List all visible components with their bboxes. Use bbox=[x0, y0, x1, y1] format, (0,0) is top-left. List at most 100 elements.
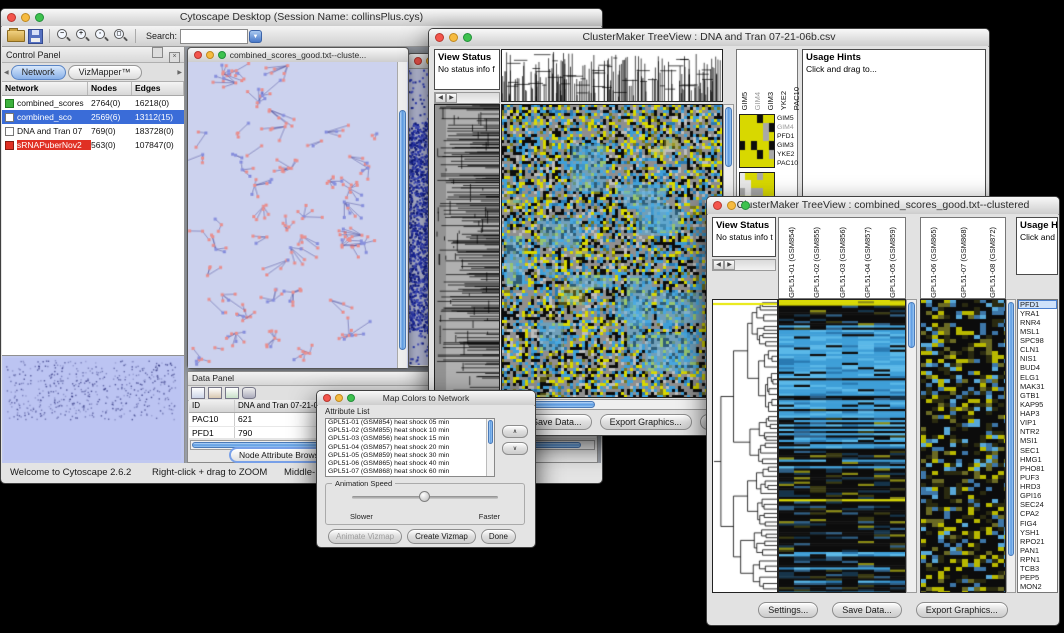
heatmap-canvas[interactable] bbox=[501, 104, 723, 398]
column-dendrogram-canvas[interactable] bbox=[501, 49, 723, 102]
row-dendrogram-canvas[interactable] bbox=[434, 104, 500, 398]
maximize-icon[interactable] bbox=[347, 394, 355, 402]
close-icon[interactable] bbox=[194, 51, 202, 59]
gene-label[interactable]: KAP95 bbox=[1018, 400, 1057, 409]
gene-label[interactable]: YSH1 bbox=[1018, 528, 1057, 537]
global-heatmap-canvas[interactable] bbox=[920, 299, 1006, 593]
maximize-icon[interactable] bbox=[35, 13, 44, 22]
scrollbar-track[interactable] bbox=[735, 260, 775, 270]
scrollbar-thumb[interactable] bbox=[1008, 302, 1014, 556]
close-icon[interactable] bbox=[435, 33, 444, 42]
status-panel-scrollbar[interactable] bbox=[434, 92, 500, 104]
row-label[interactable]: GIM4 bbox=[777, 123, 797, 132]
network-tree-row[interactable]: combined_sco 2569(6) 13112(15) bbox=[2, 110, 184, 124]
save-session-icon[interactable] bbox=[28, 28, 43, 44]
treeview-dna-title-bar[interactable]: ClusterMaker TreeView : DNA and Tran 07-… bbox=[429, 29, 989, 47]
gene-label[interactable]: HMG1 bbox=[1018, 455, 1057, 464]
gene-label[interactable]: CPA2 bbox=[1018, 510, 1057, 519]
slider-thumb[interactable] bbox=[419, 491, 430, 502]
treeview-button[interactable]: Settings... bbox=[758, 602, 818, 618]
tab[interactable]: Network bbox=[11, 65, 66, 80]
scroll-right-icon[interactable] bbox=[724, 260, 735, 270]
gene-label[interactable]: SPC98 bbox=[1018, 337, 1057, 346]
column-header-edges[interactable]: Edges bbox=[132, 82, 184, 95]
scrollbar-track[interactable] bbox=[457, 93, 499, 103]
column-header-network[interactable]: Network bbox=[2, 82, 88, 95]
attribute-list-item[interactable]: GPL51-07 (GSM868) heat shock 60 min bbox=[326, 468, 486, 476]
column-label[interactable]: GPL51-05 (GSM859) bbox=[888, 227, 897, 298]
scrollbar-thumb[interactable] bbox=[725, 107, 732, 167]
treeview-button[interactable]: Save Data... bbox=[832, 602, 902, 618]
gene-label[interactable]: HRD3 bbox=[1018, 483, 1057, 492]
gene-label[interactable]: SEC24 bbox=[1018, 501, 1057, 510]
attribute-list-item[interactable]: GPL51-02 (GSM855) heat shock 10 min bbox=[326, 427, 486, 435]
network-view-title-bar[interactable]: combined_scores_good.txt--cluste... bbox=[188, 48, 408, 63]
gene-label[interactable]: CLN1 bbox=[1018, 346, 1057, 355]
gene-label[interactable]: YRA1 bbox=[1018, 309, 1057, 318]
column-label[interactable]: GPL51-06 (GSM865) bbox=[929, 227, 938, 298]
move-up-button[interactable]: ∧ bbox=[502, 425, 528, 438]
column-header-nodes[interactable]: Nodes bbox=[88, 82, 132, 95]
gene-label[interactable]: NTR2 bbox=[1018, 428, 1057, 437]
gene-label[interactable]: BUD4 bbox=[1018, 364, 1057, 373]
network-attribute-table-icon[interactable] bbox=[225, 387, 239, 399]
column-label[interactable]: GPL51-01 (GSM854) bbox=[787, 227, 796, 298]
column-header-id[interactable]: ID bbox=[189, 400, 235, 412]
animation-speed-slider[interactable] bbox=[352, 490, 498, 504]
scrollbar-thumb[interactable] bbox=[908, 302, 915, 348]
close-icon[interactable] bbox=[323, 394, 331, 402]
gene-label[interactable]: PHO81 bbox=[1018, 464, 1057, 473]
attribute-list-item[interactable]: GPL51-06 (GSM865) heat shock 40 min bbox=[326, 460, 486, 468]
network-canvas[interactable] bbox=[188, 62, 397, 368]
treeview-combined-title-bar[interactable]: ClusterMaker TreeView : combined_scores_… bbox=[707, 197, 1059, 215]
mini-heatmap-canvas[interactable] bbox=[739, 114, 775, 168]
done-button[interactable]: Done bbox=[481, 529, 516, 544]
maximize-icon[interactable] bbox=[463, 33, 472, 42]
animate-vizmap-button[interactable]: Animate Vizmap bbox=[328, 529, 402, 544]
zoom-out-icon[interactable] bbox=[56, 28, 72, 44]
database-icon[interactable] bbox=[242, 387, 256, 399]
column-label[interactable]: GIM4 bbox=[753, 92, 762, 110]
status-panel-scrollbar[interactable] bbox=[712, 259, 776, 271]
close-icon[interactable] bbox=[414, 57, 422, 65]
gene-label[interactable]: RPO21 bbox=[1018, 537, 1057, 546]
row-label[interactable]: GIM3 bbox=[777, 141, 797, 150]
zoom-selected-icon[interactable] bbox=[94, 28, 110, 44]
minimize-icon[interactable] bbox=[449, 33, 458, 42]
move-down-button[interactable]: ∨ bbox=[502, 442, 528, 455]
row-label[interactable]: GIM5 bbox=[777, 114, 797, 123]
search-input[interactable] bbox=[180, 29, 248, 44]
minimize-icon[interactable] bbox=[206, 51, 214, 59]
attribute-list-item[interactable]: GPL51-04 (GSM857) heat shock 20 min bbox=[326, 444, 486, 452]
network-tree-row[interactable]: DNA and Tran 07 769(0) 183728(0) bbox=[2, 124, 184, 138]
treeview-button[interactable]: Export Graphics... bbox=[600, 414, 692, 430]
gene-label[interactable]: PAN1 bbox=[1018, 546, 1057, 555]
gene-label[interactable]: SEC1 bbox=[1018, 446, 1057, 455]
scrollbar-thumb[interactable] bbox=[399, 110, 406, 350]
network-tree-row[interactable]: sRNAPuberNov2 563(0) 107847(0) bbox=[2, 138, 184, 152]
gene-label[interactable]: GTB1 bbox=[1018, 391, 1057, 400]
column-label[interactable]: GPL51-07 (GSM868) bbox=[959, 227, 968, 298]
minimize-icon[interactable] bbox=[727, 201, 736, 210]
attribute-list-item[interactable]: GPL51-05 (GSM859) heat shock 30 min bbox=[326, 452, 486, 460]
gene-label[interactable]: MSI1 bbox=[1018, 437, 1057, 446]
main-title-bar[interactable]: Cytoscape Desktop (Session Name: collins… bbox=[1, 9, 602, 27]
gene-label[interactable]: MSL1 bbox=[1018, 327, 1057, 336]
dialog-title-bar[interactable]: Map Colors to Network bbox=[317, 391, 535, 406]
minimize-icon[interactable] bbox=[21, 13, 30, 22]
gene-label[interactable]: PUF3 bbox=[1018, 473, 1057, 482]
column-label[interactable]: GPL51-02 (GSM855) bbox=[812, 227, 821, 298]
gene-label[interactable]: RNR4 bbox=[1018, 318, 1057, 327]
scroll-right-icon[interactable] bbox=[446, 93, 457, 103]
global-heatmap-scrollbar[interactable] bbox=[1006, 299, 1016, 593]
tab[interactable]: VizMapper™ bbox=[68, 65, 142, 80]
column-label[interactable]: PAC10 bbox=[792, 87, 801, 110]
attribute-list-item[interactable]: GPL51-01 (GSM854) heat shock 05 min bbox=[326, 419, 486, 427]
minimize-icon[interactable] bbox=[335, 394, 343, 402]
gene-label[interactable]: MON2 bbox=[1018, 583, 1057, 592]
network-tree-row[interactable]: combined_scores 2764(0) 16218(0) bbox=[2, 96, 184, 110]
node-attribute-table-icon[interactable] bbox=[191, 387, 205, 399]
attribute-list-item[interactable]: GPL51-03 (GSM856) heat shock 15 min bbox=[326, 435, 486, 443]
column-label[interactable]: GPL51-08 (GSM872) bbox=[988, 227, 997, 298]
row-dendrogram-canvas[interactable] bbox=[712, 299, 778, 593]
